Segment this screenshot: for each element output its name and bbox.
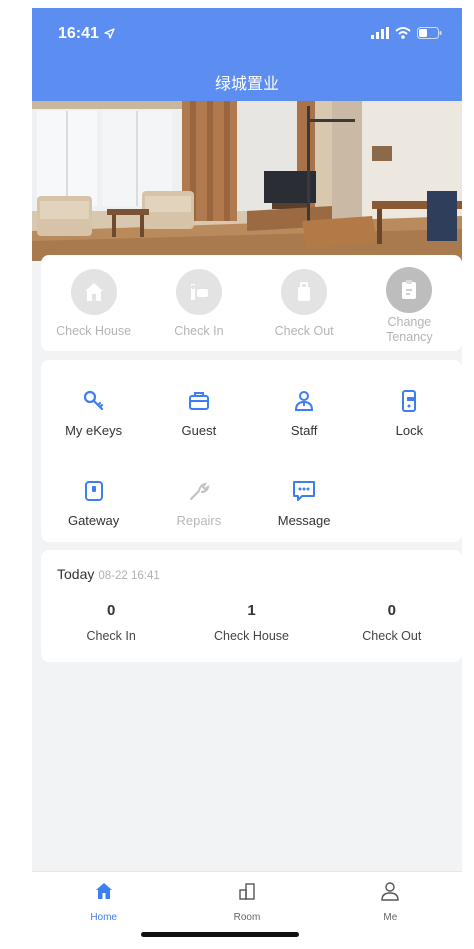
guest-button[interactable]: Guest (146, 388, 251, 438)
check-in-action[interactable]: Check In (146, 269, 251, 345)
today-header: Today 08-22 16:41 (57, 566, 160, 582)
tab-bar: Home Room Me (32, 871, 462, 949)
stat-value: 0 (106, 602, 116, 619)
stat-label: Check In (86, 629, 136, 643)
wrench-icon (186, 478, 212, 504)
staff-label: Staff (290, 423, 318, 438)
repairs-label: Repairs (176, 513, 222, 528)
today-datetime: 08-22 16:41 (98, 570, 160, 582)
check-house-action[interactable]: Check House (41, 269, 146, 345)
home-icon (94, 881, 114, 906)
tab-home-label: Home (90, 912, 117, 923)
tab-me[interactable]: Me (319, 872, 462, 949)
wifi-icon (395, 26, 411, 44)
luggage-icon (281, 269, 328, 315)
lock-icon (396, 388, 422, 414)
message-label: Message (277, 513, 331, 528)
stat-check-in[interactable]: 0 Check In (41, 602, 181, 643)
app-screen: 16:41 绿城置业 Check House Check In Check Ou… (32, 8, 462, 949)
stat-label: Check House (213, 629, 290, 643)
check-house-label: Check House (56, 324, 132, 338)
tab-room[interactable]: Room (175, 872, 318, 949)
room-icon (237, 881, 257, 906)
guest-card-icon (186, 388, 212, 414)
house-icon (70, 269, 117, 315)
gateway-button[interactable]: Gateway (41, 478, 146, 528)
change-tenancy-action[interactable]: Change Tenancy (357, 267, 462, 345)
staff-icon (291, 388, 317, 414)
battery-icon (417, 26, 442, 44)
stat-check-house[interactable]: 1 Check House (181, 602, 321, 643)
change-tenancy-label: Change Tenancy (374, 315, 444, 345)
functions-card: My eKeys Guest Staff Lock Gateway Repair… (41, 360, 462, 542)
tab-home[interactable]: Home (32, 872, 175, 949)
person-icon (380, 881, 400, 906)
check-in-label: Check In (174, 324, 224, 338)
stat-label: Check Out (362, 629, 422, 643)
today-title: Today (57, 566, 95, 582)
empty-cell (357, 478, 462, 528)
message-button[interactable]: Message (252, 478, 357, 528)
message-icon (291, 478, 317, 504)
page-title: 绿城置业 (214, 76, 279, 93)
gateway-label: Gateway (67, 513, 120, 528)
stat-check-out[interactable]: 0 Check Out (322, 602, 462, 643)
status-time: 16:41 (58, 25, 99, 42)
gateway-icon (81, 478, 107, 504)
app-header: 16:41 绿城置业 (32, 8, 462, 101)
staff-button[interactable]: Staff (252, 388, 357, 438)
change-tenancy-text: Change Tenancy (386, 315, 433, 344)
location-arrow-icon (104, 26, 115, 44)
guest-label: Guest (181, 423, 217, 438)
check-out-action[interactable]: Check Out (252, 269, 357, 345)
tab-room-label: Room (233, 912, 261, 923)
tab-me-label: Me (383, 912, 398, 923)
key-icon (81, 388, 107, 414)
repairs-button[interactable]: Repairs (146, 478, 251, 528)
signal-icon (371, 26, 389, 44)
stat-value: 0 (387, 602, 396, 619)
stat-value: 1 (247, 602, 256, 619)
banner-image (32, 101, 462, 261)
check-in-icon (175, 269, 222, 315)
home-indicator (141, 932, 299, 937)
today-stats: 0 Check In 1 Check House 0 Check Out (41, 602, 462, 643)
today-card: Today 08-22 16:41 0 Check In 1 Check Hous… (41, 550, 462, 662)
status-bar: 16:41 (32, 8, 462, 54)
change-tenancy-icon (386, 267, 433, 313)
my-ekeys-button[interactable]: My eKeys (41, 388, 146, 438)
check-out-label: Check Out (274, 324, 334, 338)
lock-label: Lock (395, 423, 424, 438)
my-ekeys-label: My eKeys (65, 423, 123, 438)
lock-button[interactable]: Lock (357, 388, 462, 438)
quick-actions-card: Check House Check In Check Out Change Te… (41, 255, 462, 351)
